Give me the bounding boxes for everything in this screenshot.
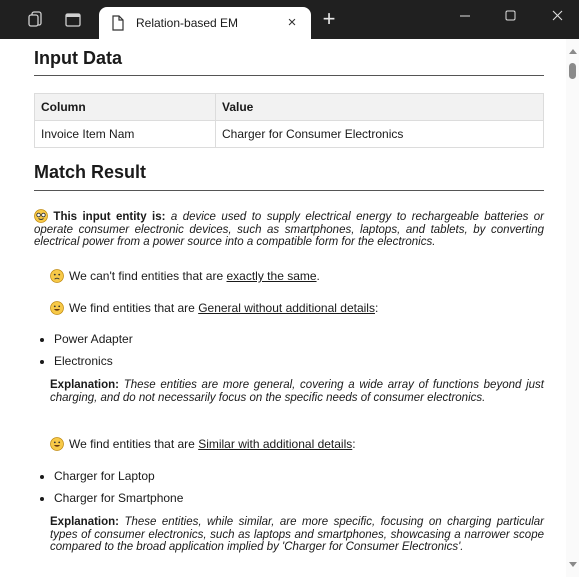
table-cell: Charger for Consumer Electronics — [215, 120, 544, 148]
explanation-text: These entities are more general, coverin… — [50, 379, 544, 404]
general-suffix: : — [374, 301, 379, 315]
similar-prefix: We find entities that are — [69, 437, 199, 451]
column-header: Column — [34, 93, 216, 121]
general-link[interactable]: General without additional details — [198, 301, 375, 315]
general-explanation: Explanation: These entities are more gen… — [50, 379, 544, 404]
divider — [34, 75, 544, 76]
divider — [34, 190, 544, 191]
tab-actions-icon[interactable] — [64, 11, 82, 29]
general-match-line: We find entities that are General withou… — [50, 301, 378, 315]
list-item: Power Adapter — [54, 332, 133, 354]
sad-face-icon — [50, 269, 64, 283]
scroll-up-arrow-icon[interactable] — [569, 49, 577, 54]
browser-title-bar: Relation-based EM × + — [0, 0, 579, 39]
nerd-face-icon — [34, 209, 48, 223]
list-item: Charger for Smartphone — [54, 491, 183, 513]
close-window-button[interactable] — [534, 0, 579, 34]
similar-match-line: We find entities that are Similar with a… — [50, 437, 356, 451]
column-header: Value — [215, 93, 544, 121]
close-tab-icon[interactable]: × — [283, 14, 301, 32]
entity-description: This input entity is: a device used to s… — [34, 209, 544, 249]
vertical-scrollbar[interactable] — [566, 39, 579, 577]
similar-suffix: : — [352, 437, 356, 451]
document-icon — [112, 15, 124, 31]
exact-link[interactable]: exactly the same — [227, 269, 317, 283]
page-content: Input Data Column Value Invoice Item Nam… — [0, 39, 566, 577]
new-tab-button[interactable]: + — [318, 8, 340, 31]
minimize-button[interactable] — [442, 0, 488, 34]
scrollbar-thumb[interactable] — [569, 63, 576, 79]
general-entity-list: Power Adapter Electronics — [34, 332, 133, 376]
list-item: Charger for Laptop — [54, 469, 183, 491]
smiling-face-icon — [50, 437, 64, 451]
maximize-icon — [505, 10, 516, 21]
tab-relation-based-em[interactable]: Relation-based EM × — [99, 7, 311, 39]
table-row: Invoice Item Nam Charger for Consumer El… — [34, 120, 544, 148]
explanation-label: Explanation: — [50, 379, 120, 391]
input-data-table: Column Value Invoice Item Nam Charger fo… — [34, 93, 544, 148]
tab-title: Relation-based EM — [136, 16, 239, 30]
similar-explanation: Explanation: These entities, while simil… — [50, 516, 544, 554]
list-item: Electronics — [54, 354, 133, 376]
explanation-label: Explanation: — [50, 516, 120, 528]
exact-prefix: We can't find entities that are — [69, 269, 227, 283]
table-header-row: Column Value — [34, 93, 544, 121]
table-cell: Invoice Item Nam — [34, 120, 216, 148]
exact-suffix: . — [316, 269, 320, 283]
smiling-face-icon — [50, 301, 64, 315]
maximize-button[interactable] — [488, 0, 534, 34]
minimize-icon — [460, 15, 470, 17]
scroll-down-arrow-icon[interactable] — [569, 562, 577, 567]
similar-entity-list: Charger for Laptop Charger for Smartphon… — [34, 469, 183, 513]
entity-label: This input entity is: — [53, 211, 166, 223]
workspaces-icon[interactable] — [26, 11, 44, 29]
similar-link[interactable]: Similar with additional details — [198, 437, 352, 451]
explanation-text: These entities, while similar, are more … — [50, 516, 544, 553]
close-icon — [552, 10, 563, 21]
exact-match-line: We can't find entities that are exactly … — [50, 269, 320, 283]
general-prefix: We find entities that are — [69, 301, 199, 315]
match-result-heading: Match Result — [34, 162, 147, 182]
input-data-heading: Input Data — [34, 48, 122, 68]
